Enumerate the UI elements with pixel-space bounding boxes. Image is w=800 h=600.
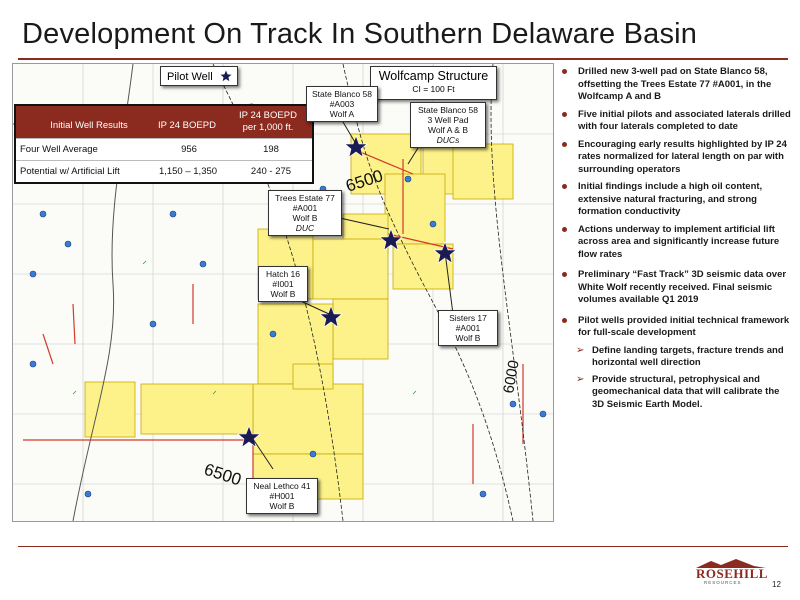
cell-label: Four Well Average — [20, 144, 98, 155]
callout-trees-estate-77: Trees Estate 77 #A001 Wolf B DUC — [268, 190, 342, 236]
structure-title: Wolfcamp Structure — [378, 69, 489, 83]
callout-neal-lethco-41: Neal Lethco 41 #H001 Wolf B — [246, 478, 318, 514]
bullet-icon — [562, 141, 567, 147]
title-divider — [18, 58, 788, 60]
cell-ip24: 1,150 – 1,350 — [158, 166, 218, 177]
header-initial-results: Initial Well Results — [50, 120, 128, 131]
bullet-item: Pilot wells provided initial technical f… — [560, 315, 792, 340]
bullet-icon — [562, 272, 567, 277]
rosehill-logo: ROSEHILL RESOURCES — [696, 558, 767, 586]
page-number: 12 — [772, 580, 781, 589]
results-table: Initial Well Results IP 24 BOEPD IP 24 B… — [14, 104, 314, 184]
cell-normalized: 240 - 275 — [250, 166, 292, 177]
bullet-item: Preliminary “Fast Track” 3D seismic data… — [560, 269, 792, 307]
pilot-well-legend: Pilot Well — [160, 66, 238, 86]
header-ip24-normalized: IP 24 BOEPD — [239, 110, 297, 121]
table-row: Four Well Average 956 198 — [16, 138, 312, 160]
footer-divider — [18, 546, 788, 547]
bullet-icon — [562, 69, 567, 74]
header-per-1000ft: per 1,000 ft. — [242, 122, 294, 133]
pilot-well-label: Pilot Well — [167, 71, 213, 83]
callout-state-blanco-58-pad: State Blanco 58 3 Well Pad Wolf A & B DU… — [410, 102, 486, 148]
arrow-icon: ➢ — [576, 344, 585, 356]
arrow-icon: ➢ — [576, 373, 585, 385]
bullet-item: Drilled new 3-well pad on State Blanco 5… — [560, 66, 792, 104]
page-title: Development On Track In Southern Delawar… — [22, 18, 698, 50]
bullet-icon — [562, 317, 567, 323]
bullet-item: Initial findings include a high oil cont… — [560, 181, 792, 219]
callout-state-blanco-58-a003: State Blanco 58 #A003 Wolf A — [306, 86, 378, 122]
cell-ip24: 956 — [181, 144, 197, 155]
header-ip24: IP 24 BOEPD — [158, 120, 216, 131]
structure-label: Wolfcamp Structure CI = 100 Ft — [370, 66, 497, 100]
contour-interval: CI = 100 Ft — [412, 84, 455, 94]
table-row: Potential w/ Artificial Lift 1,150 – 1,3… — [16, 160, 312, 182]
bullet-icon — [562, 226, 567, 232]
bullet-item: Actions underway to implement artificial… — [560, 224, 792, 262]
star-icon — [219, 69, 233, 90]
cell-label: Potential w/ Artificial Lift — [20, 166, 120, 177]
contour-label-6000: 6000 — [500, 359, 523, 395]
sub-bullet-item: ➢ Define landing targets, fracture trends… — [576, 344, 784, 369]
bullet-icon — [562, 184, 567, 189]
callout-hatch-16: Hatch 16 #I001 Wolf B — [258, 266, 308, 302]
bullet-item: Encouraging early results highlighted by… — [560, 139, 792, 177]
bullet-list: Drilled new 3-well pad on State Blanco 5… — [560, 66, 792, 415]
bullet-item: Five initial pilots and associated later… — [560, 109, 792, 134]
callout-sisters-17: Sisters 17 #A001 Wolf B — [438, 310, 498, 346]
results-table-header: Initial Well Results IP 24 BOEPD IP 24 B… — [16, 106, 312, 138]
cell-normalized: 198 — [263, 144, 279, 155]
bullet-icon — [562, 111, 567, 117]
sub-bullet-item: ➢ Provide structural, petrophysical and g… — [576, 373, 780, 410]
contour-label-6500-bottom: 6500 — [202, 460, 244, 490]
